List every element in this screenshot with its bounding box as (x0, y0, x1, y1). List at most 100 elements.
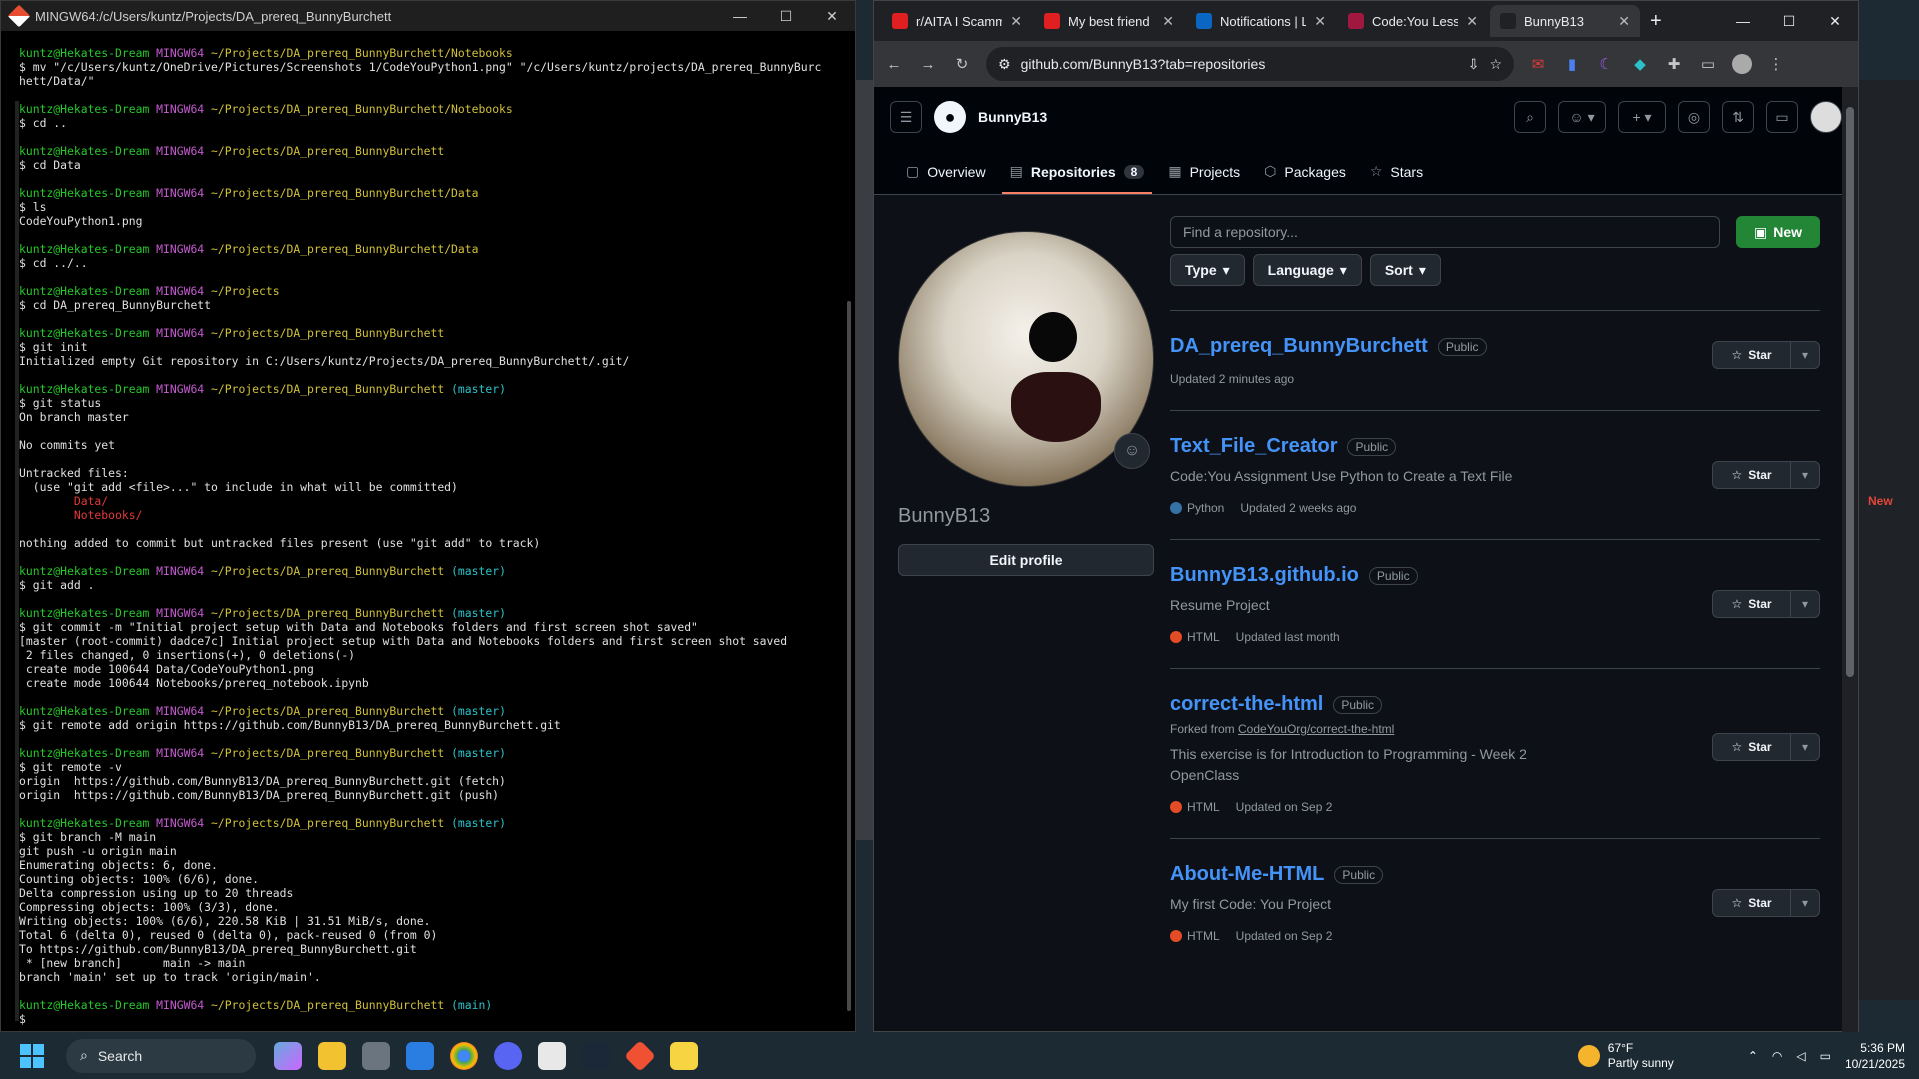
sidepanel-icon[interactable]: ▭ (1698, 54, 1718, 74)
browser-tab[interactable]: Notifications | L ✕ (1186, 5, 1336, 37)
git-icon[interactable] (624, 1039, 656, 1072)
star-button[interactable]: ☆ Star ▾ (1712, 590, 1820, 618)
app-shield-icon[interactable] (362, 1041, 390, 1070)
star-dropdown-chevron-icon[interactable]: ▾ (1791, 890, 1819, 916)
star-main[interactable]: ☆ Star (1713, 462, 1791, 488)
url-text[interactable]: github.com/BunnyB13?tab=repositories (1021, 56, 1458, 72)
menu-kebab-icon[interactable]: ⋮ (1766, 54, 1786, 74)
tab-repositories[interactable]: ▤ Repositories 8 (1001, 163, 1153, 194)
browser-minimize-button[interactable]: — (1720, 13, 1766, 30)
star-main[interactable]: ☆ Star (1713, 890, 1791, 916)
volume-icon[interactable]: ◁ (1796, 1049, 1805, 1063)
browser-tab[interactable]: BunnyB13 ✕ (1490, 5, 1640, 37)
github-logo-icon[interactable]: ● (934, 101, 966, 133)
browser-tab[interactable]: Code:You Lesso ✕ (1338, 5, 1488, 37)
store-icon[interactable] (406, 1041, 434, 1070)
star-button[interactable]: ☆ Star ▾ (1712, 889, 1820, 917)
wifi-icon[interactable]: ◠ (1772, 1049, 1782, 1063)
minimize-button[interactable]: — (717, 1, 763, 31)
star-dropdown-chevron-icon[interactable]: ▾ (1791, 462, 1819, 488)
browser-close-button[interactable]: ✕ (1812, 13, 1858, 30)
hamburger-menu-icon[interactable]: ☰ (890, 101, 922, 133)
terminal-scrollbar[interactable] (847, 301, 851, 1011)
star-button[interactable]: ☆ Star ▾ (1712, 341, 1820, 369)
browser-tab[interactable]: My best friend ✕ (1034, 5, 1184, 37)
tab-packages[interactable]: ⬡ Packages (1256, 163, 1354, 194)
slack-icon[interactable] (538, 1041, 566, 1070)
header-username[interactable]: BunnyB13 (978, 109, 1502, 125)
star-dropdown-chevron-icon[interactable]: ▾ (1791, 591, 1819, 617)
copilot-icon[interactable]: ☺ ▾ (1558, 101, 1606, 133)
find-repository-input[interactable]: Find a repository... (1170, 216, 1720, 248)
back-icon[interactable]: ← (884, 54, 904, 74)
tab-projects[interactable]: ▦ Projects (1160, 163, 1248, 194)
create-new-icon[interactable]: + ▾ (1618, 101, 1666, 133)
edit-profile-button[interactable]: Edit profile (898, 544, 1154, 576)
tab-overview[interactable]: ▢ Overview (898, 163, 994, 194)
user-avatar[interactable] (1810, 101, 1842, 133)
chrome-icon[interactable] (450, 1041, 478, 1070)
new-tab-button[interactable]: + (1640, 10, 1672, 33)
profile-avatar-icon[interactable] (1732, 54, 1752, 74)
extensions-puzzle-icon[interactable]: ✚ (1664, 54, 1684, 74)
tab-close-icon[interactable]: ✕ (1466, 13, 1478, 30)
inbox-icon[interactable]: ▭ (1766, 101, 1798, 133)
set-status-smiley-icon[interactable]: ☺ (1114, 433, 1150, 469)
pull-requests-icon[interactable]: ⇅ (1722, 101, 1754, 133)
extension-tool-icon[interactable]: ◆ (1630, 54, 1650, 74)
forward-icon[interactable]: → (918, 54, 938, 74)
sticky-notes-icon[interactable] (670, 1041, 698, 1070)
filter-sort-button[interactable]: Sort ▾ (1369, 254, 1441, 286)
terminal-window[interactable]: MINGW64:/c/Users/kuntz/Projects/DA_prere… (0, 0, 856, 1032)
repo-name-link[interactable]: correct-the-html (1170, 693, 1323, 716)
new-repository-button[interactable]: ▣ New (1736, 216, 1820, 248)
repo-name-link[interactable]: Text_File_Creator (1170, 435, 1337, 458)
clock[interactable]: 5:36 PM 10/21/2025 (1845, 1040, 1905, 1072)
maximize-button[interactable]: ☐ (763, 1, 809, 31)
close-button[interactable]: ✕ (809, 1, 855, 31)
browser-window[interactable]: r/AITA I Scamm ✕ My best friend ✕ Notificati… (873, 0, 1859, 1033)
star-main[interactable]: ☆ Star (1713, 734, 1791, 760)
install-icon[interactable]: ⇩ (1468, 56, 1480, 73)
address-bar[interactable]: ⚙ github.com/BunnyB13?tab=repositories ⇩… (986, 47, 1514, 81)
star-main[interactable]: ☆ Star (1713, 591, 1791, 617)
taskbar-search[interactable]: ⌕ Search (66, 1038, 256, 1073)
terminal-output[interactable]: kuntz@Hekates-Dream MINGW64 ~/Projects/D… (19, 46, 835, 1026)
fork-source-link[interactable]: CodeYouOrg/correct-the-html (1238, 722, 1394, 736)
repo-name-link[interactable]: BunnyB13.github.io (1170, 564, 1359, 587)
star-dropdown-chevron-icon[interactable]: ▾ (1791, 734, 1819, 760)
steam-icon[interactable] (582, 1041, 610, 1070)
search-icon[interactable]: ⌕ (1514, 101, 1546, 133)
bookmark-star-icon[interactable]: ☆ (1489, 56, 1502, 73)
issues-icon[interactable]: ◎ (1678, 101, 1710, 133)
tab-close-icon[interactable]: ✕ (1010, 13, 1022, 30)
battery-icon[interactable]: ▭ (1820, 1049, 1831, 1063)
reload-icon[interactable]: ↻ (952, 54, 972, 74)
browser-tab[interactable]: r/AITA I Scamm ✕ (882, 5, 1032, 37)
star-dropdown-chevron-icon[interactable]: ▾ (1791, 342, 1819, 368)
browser-maximize-button[interactable]: ☐ (1766, 13, 1812, 30)
extension-bookmark-icon[interactable]: ▮ (1562, 54, 1582, 74)
tab-close-icon[interactable]: ✕ (1618, 13, 1630, 30)
discord-icon[interactable] (494, 1041, 522, 1070)
tab-stars[interactable]: ☆ Stars (1362, 163, 1431, 194)
copilot-app-icon[interactable] (274, 1041, 302, 1070)
star-main[interactable]: ☆ Star (1713, 342, 1791, 368)
filter-type-button[interactable]: Type ▾ (1170, 254, 1245, 286)
site-info-icon[interactable]: ⚙ (998, 56, 1011, 73)
terminal-titlebar[interactable]: MINGW64:/c/Users/kuntz/Projects/DA_prere… (1, 1, 855, 31)
tab-close-icon[interactable]: ✕ (1162, 13, 1174, 30)
filter-language-button[interactable]: Language ▾ (1252, 254, 1362, 286)
file-explorer-icon[interactable] (318, 1041, 346, 1070)
tab-close-icon[interactable]: ✕ (1314, 13, 1326, 30)
extension-mail-icon[interactable]: ✉ (1528, 54, 1548, 74)
repo-name-link[interactable]: About-Me-HTML (1170, 863, 1324, 886)
chevron-up-icon[interactable]: ⌃ (1748, 1049, 1758, 1063)
extension-moon-icon[interactable]: ☾ (1596, 54, 1616, 74)
weather-widget[interactable]: 67°F Partly sunny (1577, 1041, 1674, 1071)
page-scrollbar-thumb[interactable] (1846, 107, 1854, 677)
star-button[interactable]: ☆ Star ▾ (1712, 461, 1820, 489)
page-scrollbar[interactable] (1842, 87, 1858, 1033)
repo-name-link[interactable]: DA_prereq_BunnyBurchett (1170, 335, 1428, 358)
start-button[interactable] (20, 1043, 44, 1068)
